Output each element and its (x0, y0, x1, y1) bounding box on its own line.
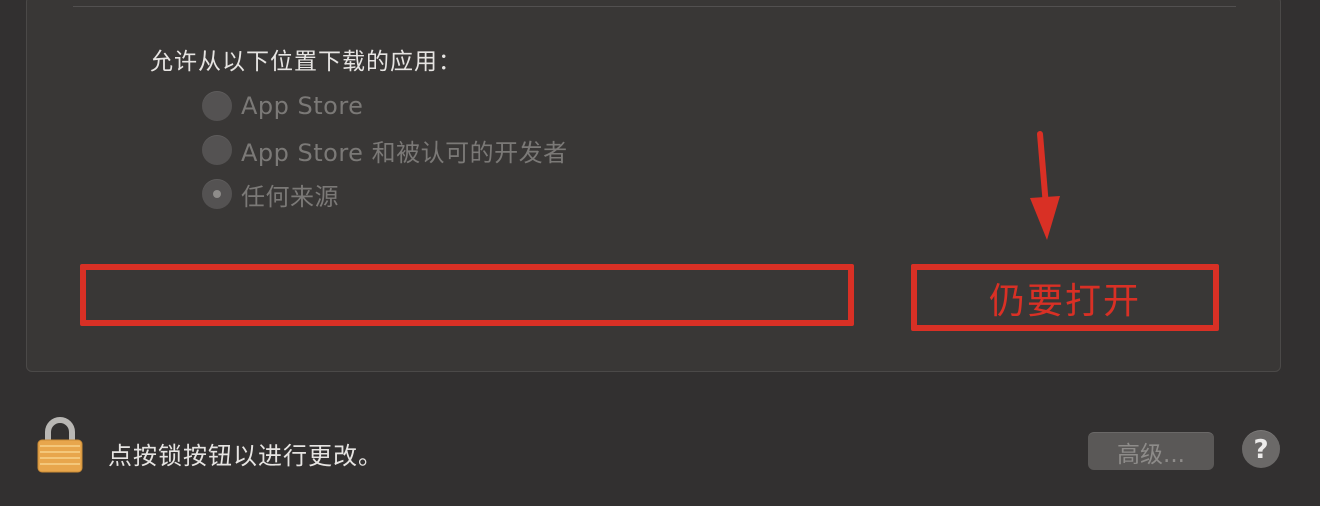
radio-label-identified-developers: App Store 和被认可的开发者 (241, 138, 568, 167)
security-preferences-window: 允许从以下位置下载的应用： App Store App Store 和被认可的开… (0, 0, 1320, 506)
radio-option-app-store[interactable]: App Store (202, 90, 363, 122)
blocked-app-message-highlight (80, 264, 854, 326)
top-divider (73, 6, 1236, 7)
radio-label-app-store: App Store (241, 92, 364, 120)
radio-button-identified-developers[interactable] (202, 135, 232, 165)
radio-option-identified-developers[interactable]: App Store 和被认可的开发者 (202, 134, 568, 167)
radio-option-anywhere[interactable]: 任何来源 (202, 178, 339, 211)
radio-button-app-store[interactable] (202, 91, 232, 121)
arrow-down-icon (1030, 131, 1060, 240)
help-button[interactable]: ? (1242, 430, 1280, 468)
lock-status-text: 点按锁按钮以进行更改。 (108, 442, 383, 470)
allow-downloads-label: 允许从以下位置下载的应用： (150, 49, 462, 75)
open-anyway-label: 仍要打开 (988, 280, 1141, 322)
radio-label-anywhere: 任何来源 (241, 182, 339, 211)
radio-button-anywhere[interactable] (202, 179, 232, 209)
open-anyway-button[interactable]: 仍要打开 (911, 264, 1219, 331)
lock-icon[interactable] (36, 416, 84, 474)
advanced-button[interactable]: 高级... (1088, 432, 1214, 470)
